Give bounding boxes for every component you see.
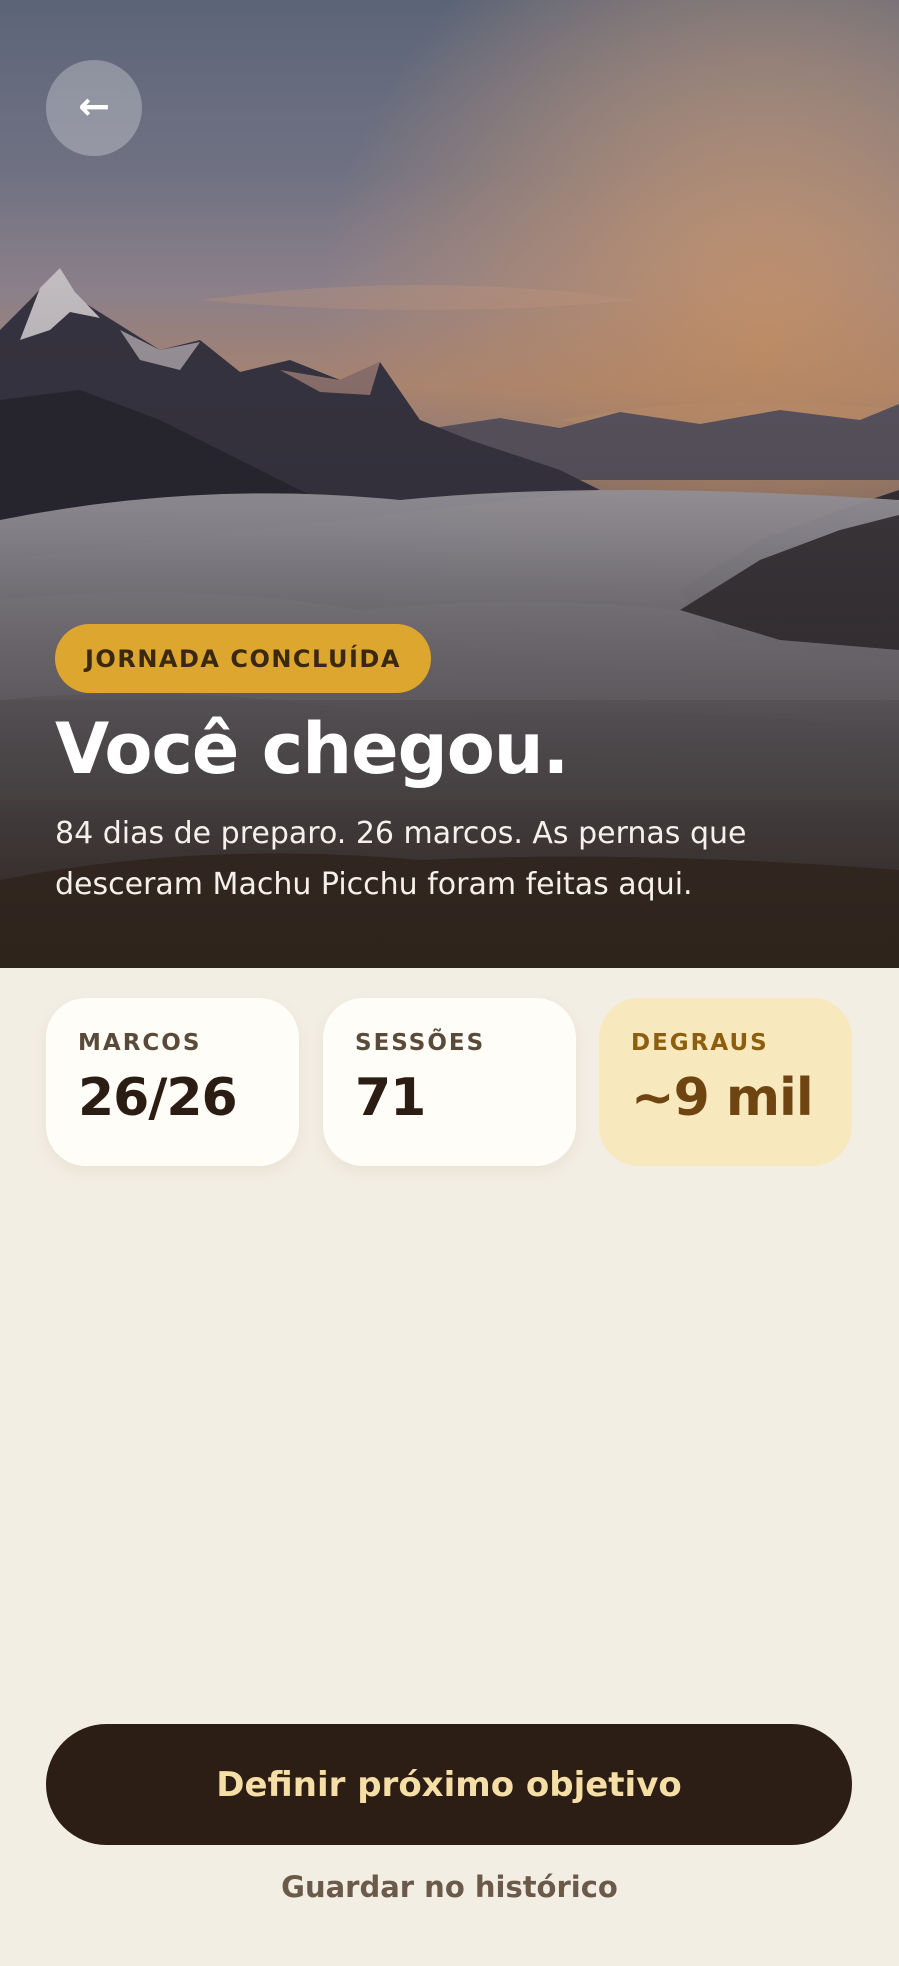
back-button[interactable]: ←: [46, 60, 142, 156]
stat-card-sessions: SESSÕES 71: [323, 998, 576, 1166]
save-to-history-link[interactable]: Guardar no histórico: [0, 1870, 899, 1904]
stat-value: 71: [355, 1068, 426, 1128]
journey-completed-badge: JORNADA CONCLUÍDA: [55, 624, 431, 693]
stat-card-milestones: MARCOS 26/26: [46, 998, 299, 1166]
set-next-goal-button[interactable]: Definir próximo objetivo: [46, 1724, 852, 1845]
stat-label: SESSÕES: [355, 1030, 486, 1056]
hero-subtitle: 84 dias de preparo. 26 marcos. As pernas…: [55, 816, 747, 902]
stat-value: ~9 mil: [631, 1068, 814, 1128]
stat-value: 26/26: [78, 1068, 238, 1128]
hero-image: ← JORNADA CONCLUÍDA Você chegou. 84 dias…: [0, 0, 899, 968]
stat-label: DEGRAUS: [631, 1030, 769, 1056]
stat-label: MARCOS: [78, 1030, 202, 1056]
page-title: Você chegou.: [55, 708, 569, 790]
arrow-left-icon: ←: [78, 84, 110, 128]
stat-card-steps: DEGRAUS ~9 mil: [599, 998, 852, 1166]
